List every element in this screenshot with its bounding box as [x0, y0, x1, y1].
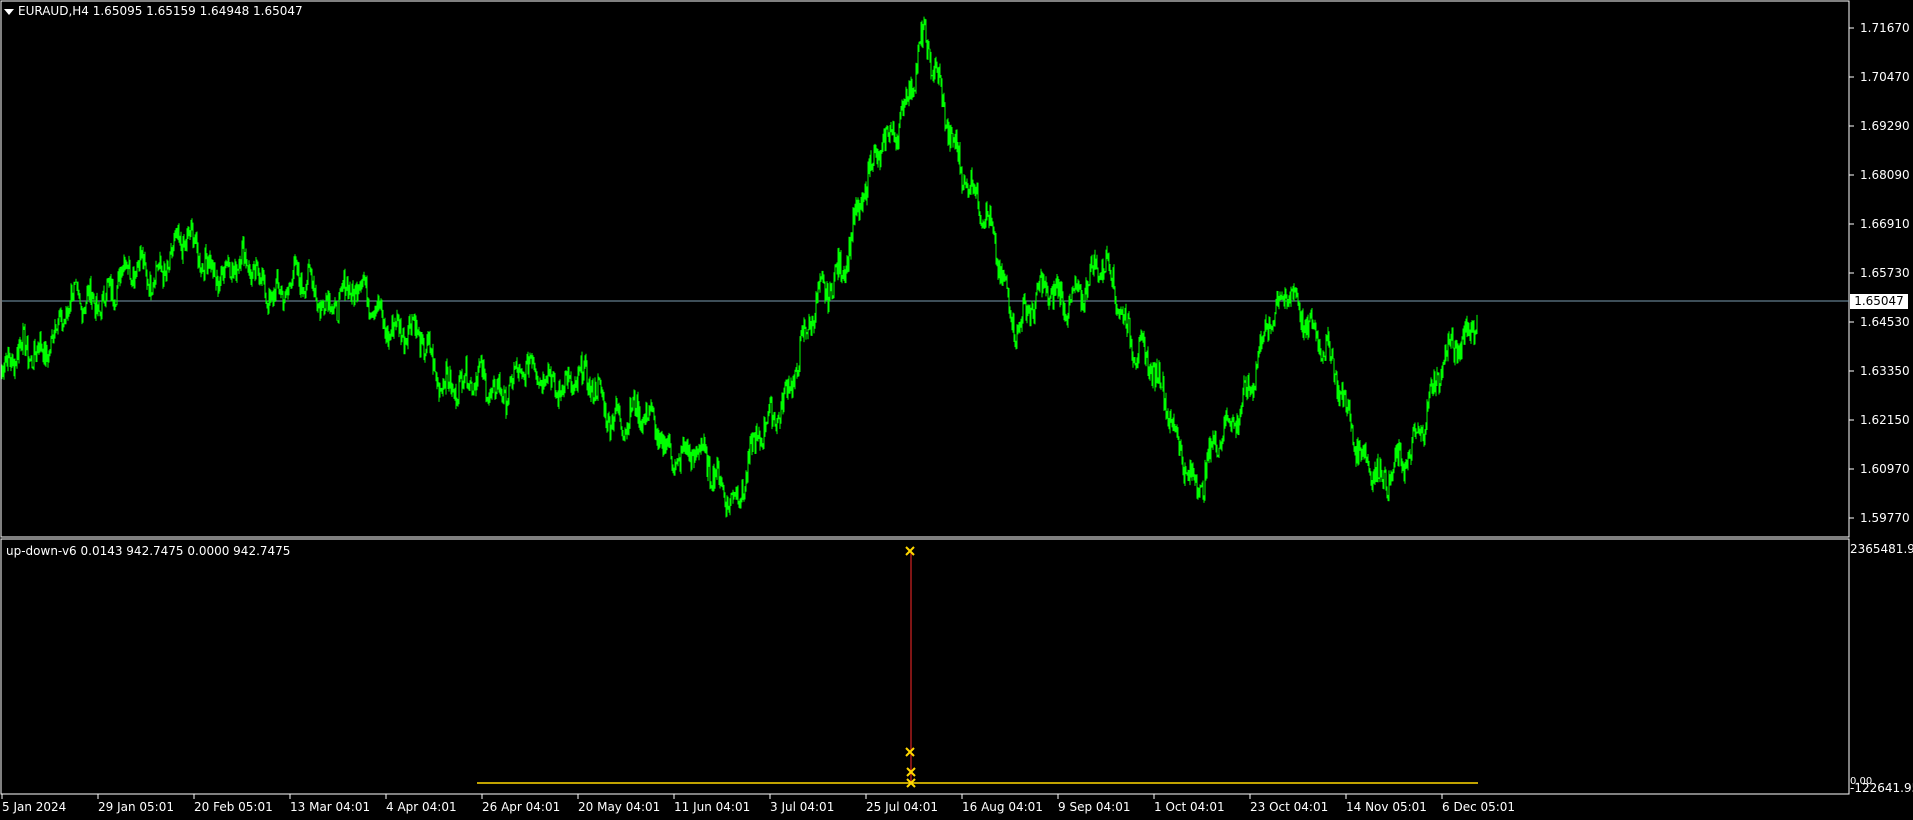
time-axis-label: 26 Apr 04:01: [482, 800, 561, 814]
price-axis-label: 1.64530: [1860, 315, 1910, 329]
time-axis-label: 20 Feb 05:01: [194, 800, 273, 814]
time-axis-label: 23 Oct 04:01: [1250, 800, 1329, 814]
time-axis-label: 14 Nov 05:01: [1346, 800, 1427, 814]
time-axis-label: 29 Jan 05:01: [98, 800, 174, 814]
price-axis-label: 1.68090: [1860, 168, 1910, 182]
price-series-bars: [1, 16, 1478, 518]
time-axis-label: 5 Jan 2024: [2, 800, 67, 814]
dropdown-triangle-icon[interactable]: [4, 8, 14, 15]
time-axis-label: 3 Jul 04:01: [770, 800, 835, 814]
price-axis-label: 1.65730: [1860, 266, 1910, 280]
price-axis-label: 1.63350: [1860, 364, 1910, 378]
symbol-header-text: EURAUD,H4 1.65095 1.65159 1.64948 1.6504…: [18, 4, 303, 18]
time-axis-label: 20 May 04:01: [578, 800, 661, 814]
current-price-label: 1.65047: [1850, 294, 1908, 309]
price-axis-ticks: [1849, 27, 1854, 519]
price-axis-label: 1.70470: [1860, 70, 1910, 84]
price-axis-label: 1.60970: [1860, 462, 1910, 476]
indicator-marker: [905, 747, 915, 757]
price-axis-label: 1.66910: [1860, 217, 1910, 231]
indicator-frame: [0, 538, 1850, 795]
price-axis-label: 1.62150: [1860, 413, 1910, 427]
time-axis-label: 4 Apr 04:01: [386, 800, 457, 814]
price-series: [1, 16, 1478, 518]
time-axis-label: 1 Oct 04:01: [1154, 800, 1225, 814]
indicator-axis-top: 2365481.9: [1850, 542, 1913, 556]
symbol-header[interactable]: EURAUD,H4 1.65095 1.65159 1.64948 1.6504…: [4, 4, 303, 18]
time-axis-ticks: [1, 794, 1443, 799]
indicator-marker: [905, 546, 915, 556]
price-axis-label: 1.59770: [1860, 511, 1910, 525]
price-axis-label: 1.71670: [1860, 21, 1910, 35]
time-axis-label: 9 Sep 04:01: [1058, 800, 1131, 814]
price-axis-label: 1.69290: [1860, 119, 1910, 133]
time-axis-label: 13 Mar 04:01: [290, 800, 371, 814]
indicator-title: up-down-v6 0.0143 942.7475 0.0000 942.74…: [6, 544, 291, 558]
time-axis-label: 16 Aug 04:01: [962, 800, 1043, 814]
indicator-axis-bottom: -122641.95: [1850, 781, 1913, 795]
chart-canvas[interactable]: [0, 0, 1913, 820]
time-axis-label: 11 Jun 04:01: [674, 800, 751, 814]
time-axis-label: 25 Jul 04:01: [866, 800, 938, 814]
time-axis-label: 6 Dec 05:01: [1442, 800, 1516, 814]
